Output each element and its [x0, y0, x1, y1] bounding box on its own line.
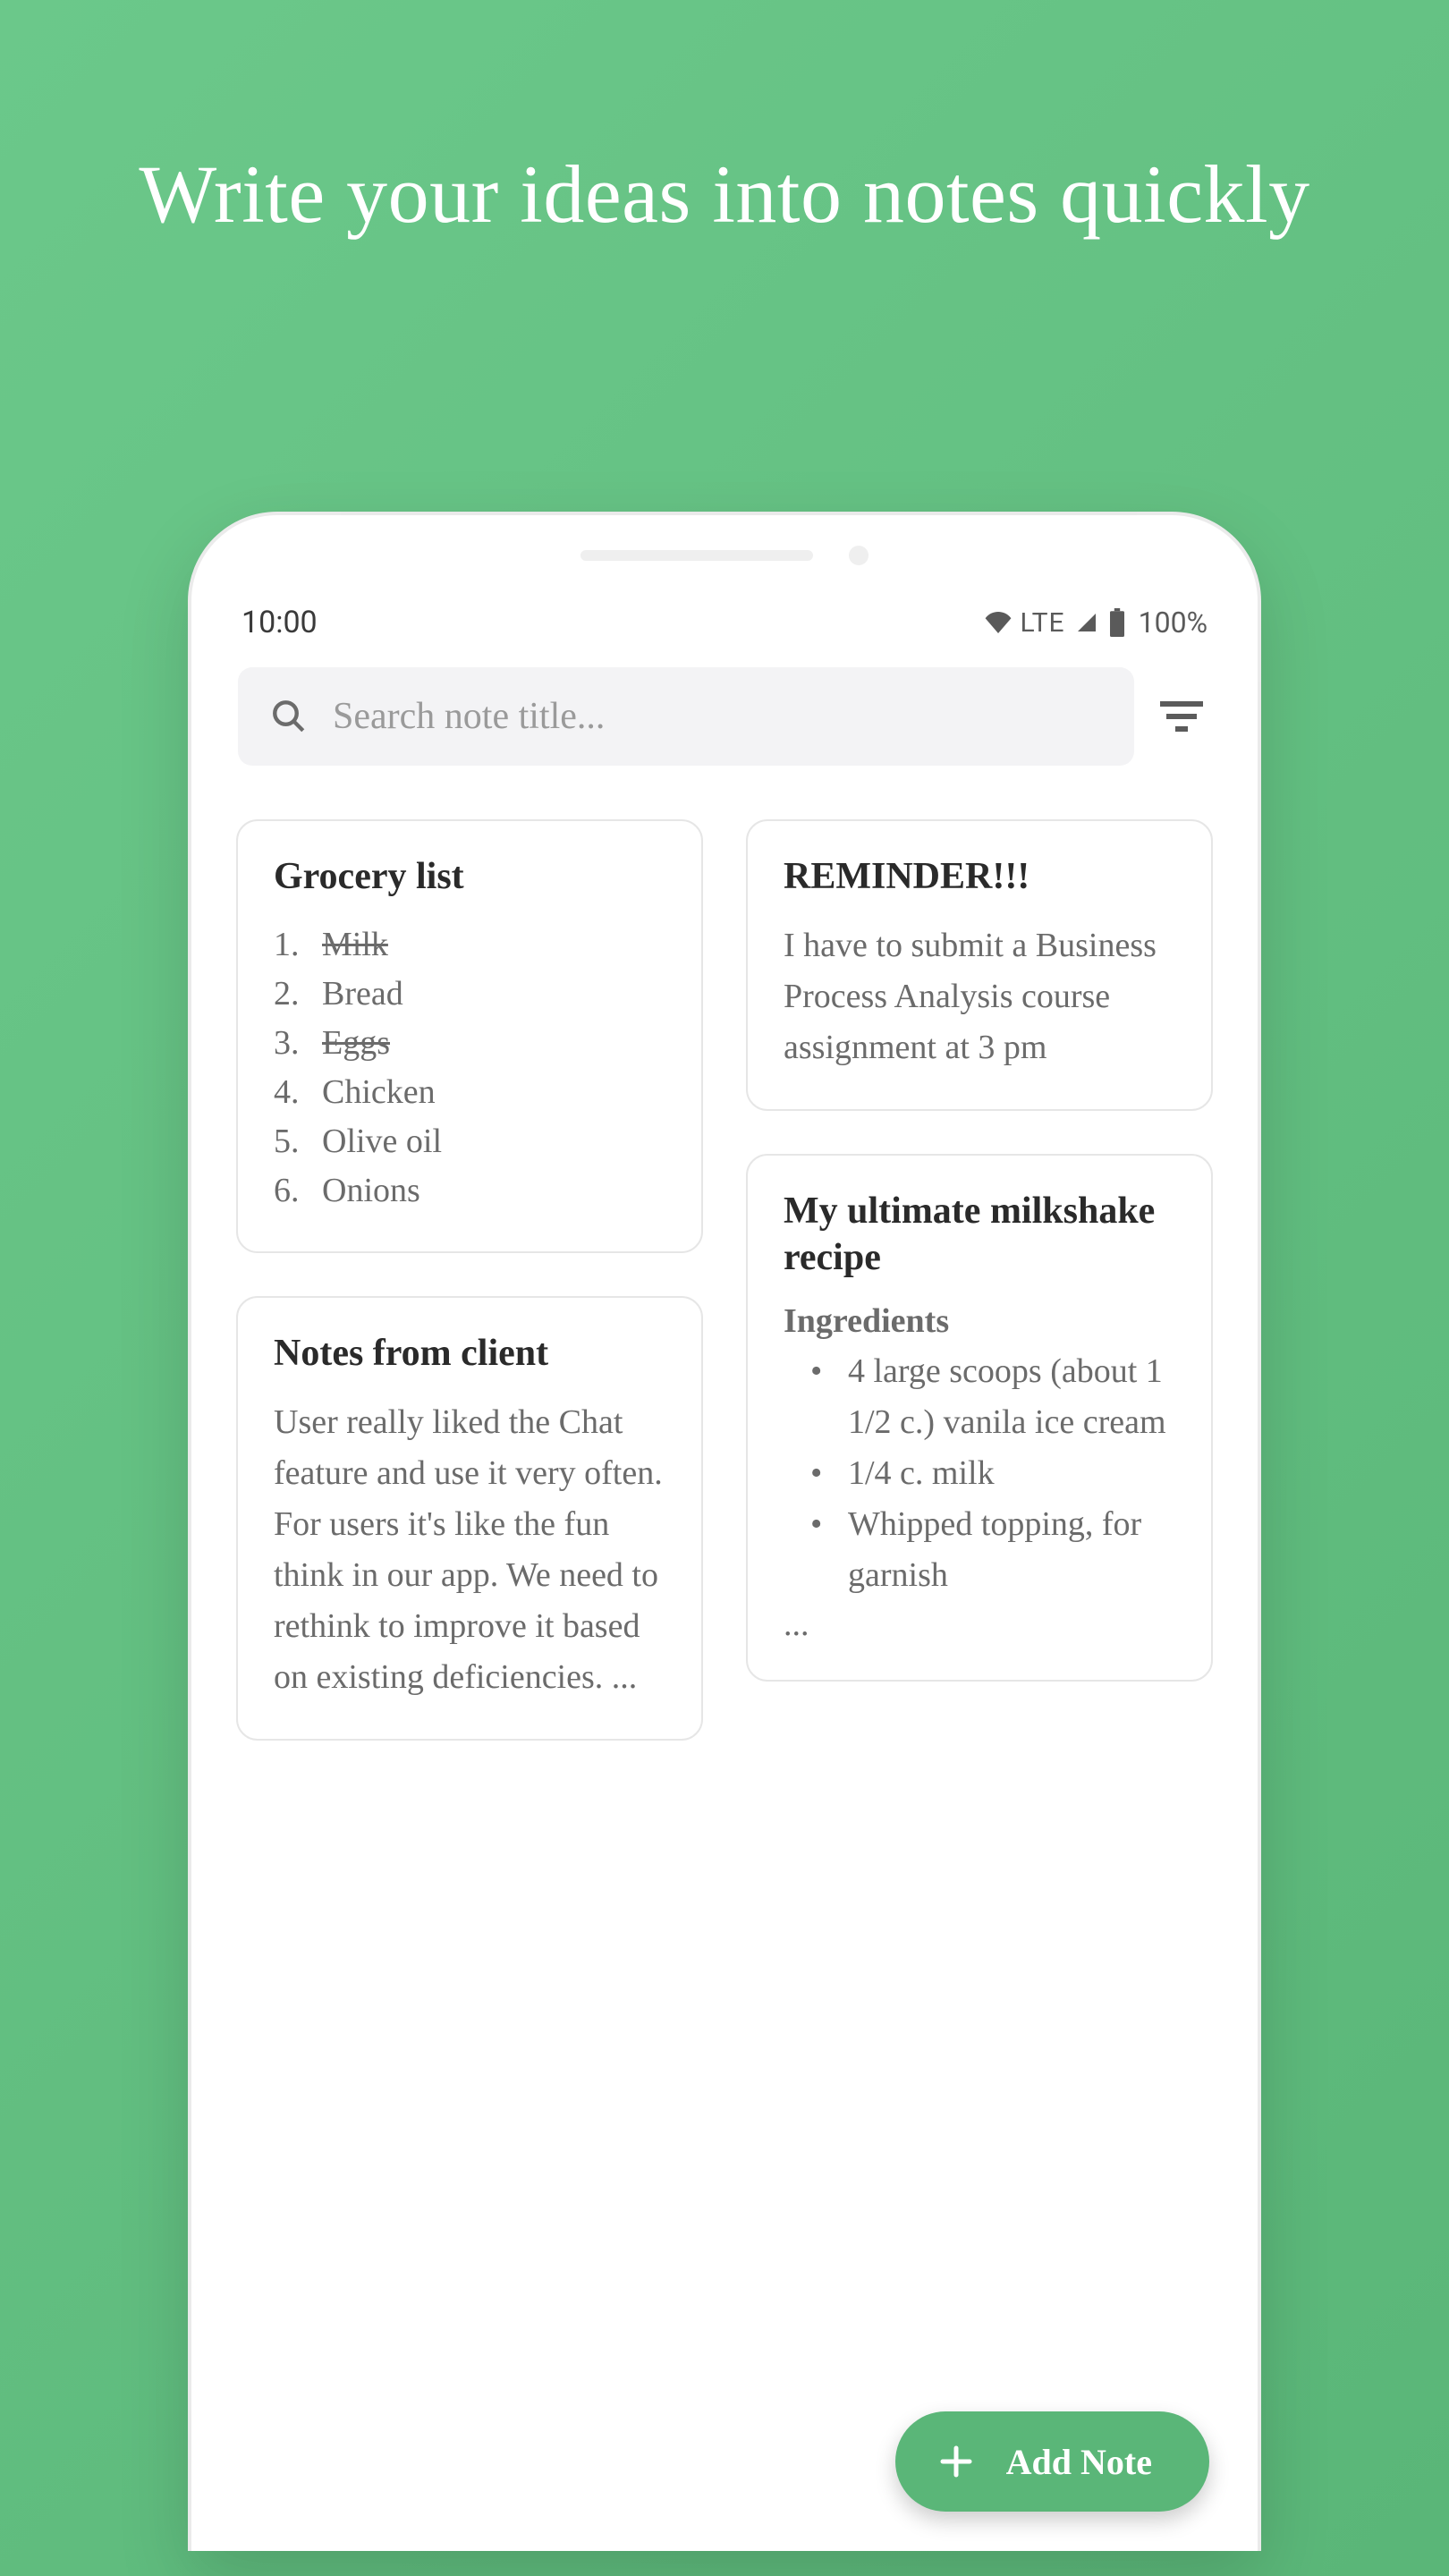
signal-icon: [1074, 612, 1099, 633]
note-title: Grocery list: [274, 853, 669, 901]
note-card-reminder[interactable]: REMINDER!!! I have to submit a Business …: [746, 819, 1213, 1111]
list-item: 1.Milk: [274, 920, 669, 970]
fab-label: Add Note: [1006, 2441, 1152, 2483]
phone-notch: [191, 515, 1258, 596]
notes-grid: Grocery list 1.Milk2.Bread3.Eggs4.Chicke…: [191, 766, 1258, 1741]
list-item: 1/4 c. milk: [810, 1448, 1179, 1499]
list-item: 3.Eggs: [274, 1019, 669, 1068]
search-icon: [270, 698, 308, 735]
wifi-icon: [985, 612, 1012, 633]
page-headline: Write your ideas into notes quickly: [0, 0, 1449, 246]
search-input[interactable]: [333, 695, 1102, 738]
list-item: 5.Olive oil: [274, 1117, 669, 1166]
note-card-grocery[interactable]: Grocery list 1.Milk2.Bread3.Eggs4.Chicke…: [236, 819, 703, 1253]
status-time: 10:00: [242, 605, 318, 640]
note-body: User really liked the Chat feature and u…: [274, 1397, 669, 1703]
ellipsis: ...: [784, 1605, 1179, 1644]
add-note-button[interactable]: Add Note: [895, 2411, 1209, 2512]
note-card-recipe[interactable]: My ultimate milkshake recipe Ingredients…: [746, 1154, 1213, 1682]
note-title: Notes from client: [274, 1330, 669, 1377]
network-type: LTE: [1021, 607, 1065, 639]
list-item: 2.Bread: [274, 970, 669, 1019]
list-item: Whipped topping, for garnish: [810, 1499, 1179, 1601]
recipe-subhead: Ingredients: [784, 1301, 1179, 1341]
search-box[interactable]: [238, 667, 1134, 766]
filter-button[interactable]: [1141, 676, 1222, 757]
recipe-ingredients: 4 large scoops (about 1 1/2 c.) vanila i…: [784, 1346, 1179, 1601]
plus-icon: [938, 2444, 974, 2479]
search-row: [191, 657, 1258, 766]
note-card-client[interactable]: Notes from client User really liked the …: [236, 1296, 703, 1741]
front-camera: [849, 546, 869, 565]
battery-icon: [1108, 608, 1126, 637]
battery-percent: 100%: [1139, 606, 1208, 640]
phone-frame: 10:00 LTE 100% Grocery list 1.Milk2.Brea…: [188, 512, 1261, 2551]
filter-icon: [1160, 700, 1203, 733]
note-title: My ultimate milkshake recipe: [784, 1188, 1179, 1282]
grocery-list: 1.Milk2.Bread3.Eggs4.Chicken5.Olive oil6…: [274, 920, 669, 1216]
note-body: I have to submit a Business Process Anal…: [784, 920, 1179, 1073]
status-bar: 10:00 LTE 100%: [191, 596, 1258, 657]
speaker-slot: [580, 550, 813, 561]
list-item: 6.Onions: [274, 1166, 669, 1216]
list-item: 4.Chicken: [274, 1068, 669, 1117]
list-item: 4 large scoops (about 1 1/2 c.) vanila i…: [810, 1346, 1179, 1448]
note-title: REMINDER!!!: [784, 853, 1179, 901]
status-right: LTE 100%: [985, 606, 1208, 640]
